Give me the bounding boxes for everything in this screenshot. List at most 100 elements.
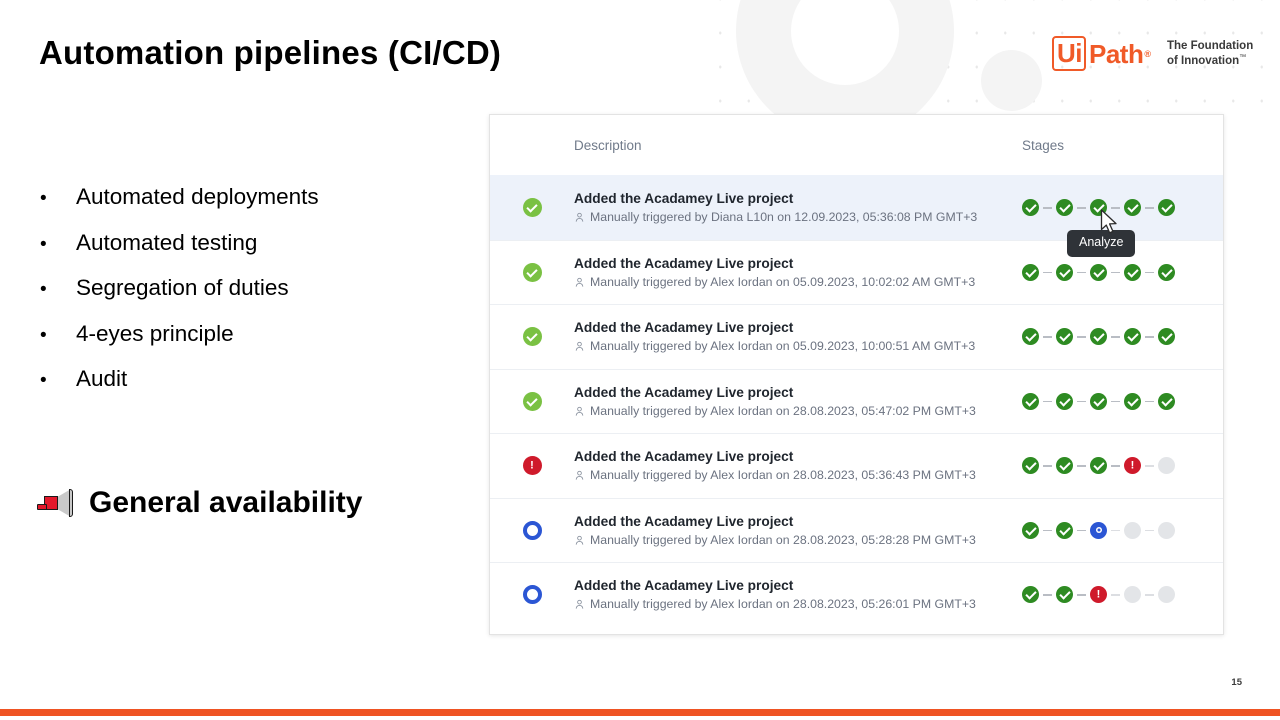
stage-success-icon[interactable] [1056, 199, 1073, 217]
stage-success-icon[interactable] [1056, 521, 1073, 539]
stage-success-icon[interactable] [1022, 586, 1039, 604]
registered-mark-icon: ® [1144, 48, 1151, 59]
stage-pending-icon[interactable] [1158, 521, 1175, 539]
table-row[interactable]: Added the Acadamey Live project Manually… [490, 368, 1223, 434]
row-status-icon [490, 585, 574, 605]
logo-ui-box: Ui [1052, 36, 1086, 71]
table-row[interactable]: Added the Acadamey Live project Manually… [490, 562, 1223, 627]
stage-pending-icon[interactable] [1158, 586, 1175, 604]
bullet-marker-icon: • [40, 324, 47, 346]
stage-success-icon[interactable] [1090, 328, 1107, 346]
stage-separator [1077, 271, 1086, 273]
page-title: Automation pipelines (CI/CD) [39, 34, 502, 71]
row-title: Added the Acadamey Live project [574, 513, 794, 529]
stage-separator [1145, 465, 1154, 467]
footer-accent-bar [0, 709, 1280, 716]
stage-error-icon[interactable]: ! [1090, 586, 1107, 604]
row-subtitle: Manually triggered by Alex Iordan on 28.… [574, 404, 1022, 419]
stage-success-icon[interactable] [1022, 328, 1039, 346]
stage-separator [1145, 594, 1154, 596]
stage-success-icon[interactable] [1056, 263, 1073, 281]
row-description: Added the Acadamey Live project Manually… [574, 513, 1022, 548]
success-icon [522, 391, 542, 411]
stage-success-icon[interactable] [1090, 263, 1107, 281]
trademark-icon: ™ [1239, 53, 1247, 61]
stage-separator [1077, 529, 1086, 531]
stage-separator [1043, 336, 1052, 338]
megaphone-icon [36, 487, 78, 519]
row-subtitle-text: Manually triggered by Alex Iordan on 28.… [590, 403, 976, 418]
row-status-icon [490, 327, 574, 347]
stage-pending-icon[interactable] [1124, 521, 1141, 539]
stage-success-icon[interactable] [1124, 199, 1141, 217]
bullet-label: Automated deployments [76, 184, 319, 209]
stage-success-icon[interactable] [1056, 328, 1073, 346]
row-subtitle-text: Manually triggered by Alex Iordan on 28.… [590, 597, 976, 612]
stage-success-icon[interactable] [1056, 586, 1073, 604]
uipath-logo: Ui Path ® The Foundation of Innovation™ [1052, 36, 1253, 71]
uipath-wordmark: Ui Path ® [1052, 36, 1151, 71]
stage-separator [1111, 271, 1120, 273]
running-icon [522, 585, 542, 605]
stage-separator [1111, 594, 1120, 596]
stage-success-icon[interactable] [1090, 392, 1107, 410]
person-icon [575, 342, 584, 351]
stage-separator [1145, 207, 1154, 209]
list-item: • Segregation of duties [40, 276, 460, 323]
row-subtitle: Manually triggered by Alex Iordan on 28.… [574, 533, 1022, 548]
stage-success-icon[interactable] [1124, 328, 1141, 346]
stage-separator [1077, 465, 1086, 467]
person-icon [575, 600, 584, 609]
stage-success-icon[interactable] [1022, 199, 1039, 217]
table-row[interactable]: ! Added the Acadamey Live project Manual… [490, 433, 1223, 498]
stage-error-icon[interactable]: ! [1124, 457, 1141, 475]
person-icon [575, 213, 584, 222]
row-subtitle: Manually triggered by Alex Iordan on 05.… [574, 339, 1022, 354]
stage-success-icon[interactable] [1124, 263, 1141, 281]
stage-success-icon[interactable] [1124, 392, 1141, 410]
stage-running-icon[interactable] [1090, 521, 1107, 539]
stage-success-icon[interactable] [1022, 521, 1039, 539]
row-subtitle-text: Manually triggered by Alex Iordan on 28.… [590, 468, 976, 483]
row-stages [1022, 263, 1223, 281]
stage-separator [1111, 465, 1120, 467]
success-icon [522, 327, 542, 347]
stage-success-icon[interactable] [1022, 392, 1039, 410]
row-description: Added the Acadamey Live project Manually… [574, 255, 1022, 290]
list-item: • 4-eyes principle [40, 322, 460, 369]
stage-pending-icon[interactable] [1158, 457, 1175, 475]
row-description: Added the Acadamey Live project Manually… [574, 448, 1022, 483]
table-row[interactable]: Added the Acadamey Live project Manually… [490, 304, 1223, 369]
stage-tooltip: Analyze [1067, 230, 1136, 257]
slide: Ui Path ® The Foundation of Innovation™ … [0, 0, 1280, 720]
row-status-icon [490, 198, 574, 218]
page-number: 15 [1231, 677, 1242, 688]
circle-shape [981, 50, 1042, 111]
row-stages: ! [1022, 457, 1223, 475]
row-stages: ! [1022, 586, 1223, 604]
table-header: Description Stages [490, 115, 1223, 175]
bullet-marker-icon: • [40, 233, 47, 255]
row-stages [1022, 392, 1223, 410]
stage-success-icon[interactable] [1056, 392, 1073, 410]
stage-success-icon[interactable] [1090, 457, 1107, 475]
row-title: Added the Acadamey Live project [574, 191, 794, 206]
row-description: Added the Acadamey Live project Manually… [574, 577, 1022, 612]
stage-pending-icon[interactable] [1124, 586, 1141, 604]
stage-success-icon[interactable] [1158, 328, 1175, 346]
stage-success-icon[interactable] [1090, 199, 1107, 217]
stage-success-icon[interactable] [1022, 457, 1039, 475]
stage-separator [1077, 400, 1086, 402]
stage-success-icon[interactable] [1158, 199, 1175, 217]
stage-separator [1043, 400, 1052, 402]
logo-tagline: The Foundation of Innovation™ [1167, 39, 1253, 67]
row-subtitle: Manually triggered by Alex Iordan on 28.… [574, 597, 1022, 612]
stage-success-icon[interactable] [1022, 263, 1039, 281]
table-row[interactable]: Added the Acadamey Live project Manually… [490, 497, 1223, 563]
stage-success-icon[interactable] [1158, 263, 1175, 281]
stage-success-icon[interactable] [1158, 392, 1175, 410]
column-header-stages: Stages [1022, 137, 1065, 153]
row-title: Added the Acadamey Live project [574, 320, 794, 335]
running-icon [522, 520, 542, 540]
stage-success-icon[interactable] [1056, 457, 1073, 475]
